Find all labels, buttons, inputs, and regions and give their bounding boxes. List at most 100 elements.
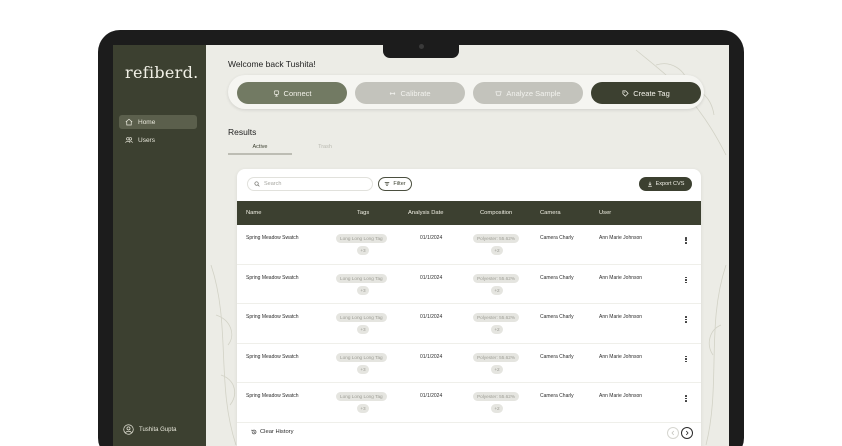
- home-icon: [125, 118, 133, 126]
- row-user: Ann Marie Johnson: [599, 393, 643, 400]
- create-tag-label: Create Tag: [633, 88, 670, 98]
- composition-pill: Polyester: 55.62%: [473, 234, 520, 243]
- clear-history-button[interactable]: Clear History: [251, 429, 294, 435]
- download-icon: [647, 181, 652, 187]
- composition-pill: Polyester: 55.62%: [473, 392, 520, 402]
- sidebar-item-users[interactable]: Users: [119, 133, 197, 147]
- table-row[interactable]: Spring Meadow Swatch Long Long Long Tag …: [237, 304, 701, 344]
- history-icon: [251, 429, 257, 435]
- tag-pill: Long Long Long Tag: [336, 273, 387, 283]
- export-csv-button[interactable]: Export CVS: [639, 177, 692, 191]
- create-tag-button[interactable]: Create Tag: [591, 82, 701, 104]
- calibrate-icon: [390, 91, 396, 95]
- column-header-analysis-date[interactable]: Analysis Date: [408, 210, 443, 216]
- row-menu-icon[interactable]: [685, 355, 688, 363]
- tag-more-pill[interactable]: +3: [357, 364, 369, 374]
- tag-more-pill[interactable]: +3: [357, 404, 369, 414]
- tag-pill: Long Long Long Tag: [336, 234, 387, 243]
- composition-pill: Polyester: 55.62%: [473, 273, 520, 283]
- row-camera: Camera Charly: [540, 235, 574, 241]
- table-body: Spring Meadow Swatch Long Long Long Tag …: [237, 225, 701, 423]
- tag-pill: Long Long Long Tag: [336, 352, 387, 362]
- filter-icon: [385, 182, 390, 186]
- row-name: Spring Meadow Swatch: [246, 314, 299, 321]
- composition-pill: Polyester: 55.62%: [473, 313, 520, 323]
- tag-more-pill[interactable]: +3: [357, 285, 369, 295]
- user-profile[interactable]: Tushita Gupta: [123, 424, 176, 435]
- results-card: Search Filter Export CVS Name Tags Analy…: [237, 169, 701, 446]
- column-header-camera[interactable]: Camera: [540, 210, 561, 216]
- row-name: Spring Meadow Swatch: [246, 274, 299, 281]
- filter-button[interactable]: Filter: [378, 177, 412, 191]
- sidebar-item-label: Users: [138, 136, 155, 144]
- export-label: Export CVS: [655, 181, 685, 187]
- tag-more-pill[interactable]: +3: [357, 246, 369, 255]
- active-tab-indicator: [228, 153, 292, 155]
- row-camera: Camera Charly: [540, 314, 574, 321]
- row-menu-icon[interactable]: [685, 316, 688, 323]
- app-screen: refiberd. Home Users Tushita Gupta Welco…: [113, 45, 729, 446]
- analyze-sample-button[interactable]: Analyze Sample: [473, 82, 583, 104]
- table-row[interactable]: Spring Meadow Swatch Long Long Long Tag …: [237, 344, 701, 384]
- composition-more-pill[interactable]: +2: [491, 364, 503, 374]
- column-header-name[interactable]: Name: [246, 210, 261, 216]
- row-menu-icon[interactable]: [685, 395, 688, 402]
- column-header-user[interactable]: User: [599, 210, 611, 216]
- tag-icon: [622, 90, 629, 97]
- row-date: 01/1/2024: [420, 235, 443, 241]
- main-content: Welcome back Tushita! Connect Calibrate …: [206, 45, 729, 446]
- composition-more-pill[interactable]: +2: [491, 404, 503, 414]
- tab-active[interactable]: Active: [228, 144, 292, 150]
- connect-label: Connect: [283, 88, 312, 98]
- row-menu-icon[interactable]: [685, 276, 688, 284]
- connect-icon: [273, 90, 279, 96]
- tab-trash[interactable]: Trash: [293, 144, 357, 150]
- column-header-tags[interactable]: Tags: [357, 210, 369, 216]
- row-camera: Camera Charly: [540, 353, 574, 360]
- table-row[interactable]: Spring Meadow Swatch Long Long Long Tag …: [237, 265, 701, 305]
- composition-more-pill[interactable]: +2: [491, 285, 503, 295]
- previous-page-button[interactable]: [667, 427, 679, 439]
- row-camera: Camera Charly: [540, 393, 574, 400]
- users-icon: [125, 137, 133, 143]
- table-row[interactable]: Spring Meadow Swatch Long Long Long Tag …: [237, 383, 701, 423]
- camera-icon: [419, 44, 424, 49]
- tag-more-pill[interactable]: +3: [357, 325, 369, 335]
- row-date: 01/1/2024: [420, 353, 443, 360]
- row-date: 01/1/2024: [420, 314, 443, 321]
- row-user: Ann Marie Johnson: [599, 274, 643, 281]
- composition-more-pill[interactable]: +2: [491, 325, 503, 335]
- analyze-icon: [495, 90, 502, 96]
- search-placeholder: Search: [264, 181, 282, 187]
- filter-label: Filter: [393, 181, 406, 187]
- tag-pill: Long Long Long Tag: [336, 313, 387, 323]
- user-avatar-icon: [123, 424, 134, 435]
- search-input[interactable]: Search: [247, 177, 373, 191]
- chevron-right-icon: [685, 430, 689, 436]
- camera-notch: [383, 40, 459, 58]
- next-page-button[interactable]: [681, 427, 693, 439]
- search-icon: [254, 181, 260, 187]
- action-bar: Connect Calibrate Analyze Sample Create …: [228, 75, 704, 109]
- analyze-label: Analyze Sample: [506, 88, 561, 98]
- row-name: Spring Meadow Swatch: [246, 393, 299, 400]
- row-user: Ann Marie Johnson: [599, 235, 643, 241]
- calibrate-label: Calibrate: [400, 88, 431, 98]
- clear-history-label: Clear History: [260, 429, 294, 435]
- row-name: Spring Meadow Swatch: [246, 235, 299, 241]
- results-heading: Results: [228, 127, 257, 137]
- connect-button[interactable]: Connect: [237, 82, 347, 104]
- row-date: 01/1/2024: [420, 274, 443, 281]
- tag-pill: Long Long Long Tag: [336, 392, 387, 402]
- row-user: Ann Marie Johnson: [599, 314, 643, 321]
- row-user: Ann Marie Johnson: [599, 353, 643, 360]
- row-name: Spring Meadow Swatch: [246, 353, 299, 360]
- column-header-composition[interactable]: Composition: [480, 210, 512, 216]
- composition-more-pill[interactable]: +2: [491, 246, 503, 255]
- decorative-leaf-icon: [705, 265, 727, 445]
- calibrate-button[interactable]: Calibrate: [355, 82, 465, 104]
- row-menu-icon[interactable]: [685, 237, 688, 244]
- table-row[interactable]: Spring Meadow Swatch Long Long Long Tag …: [237, 225, 701, 265]
- sidebar-item-home[interactable]: Home: [119, 115, 197, 129]
- welcome-heading: Welcome back Tushita!: [228, 59, 316, 69]
